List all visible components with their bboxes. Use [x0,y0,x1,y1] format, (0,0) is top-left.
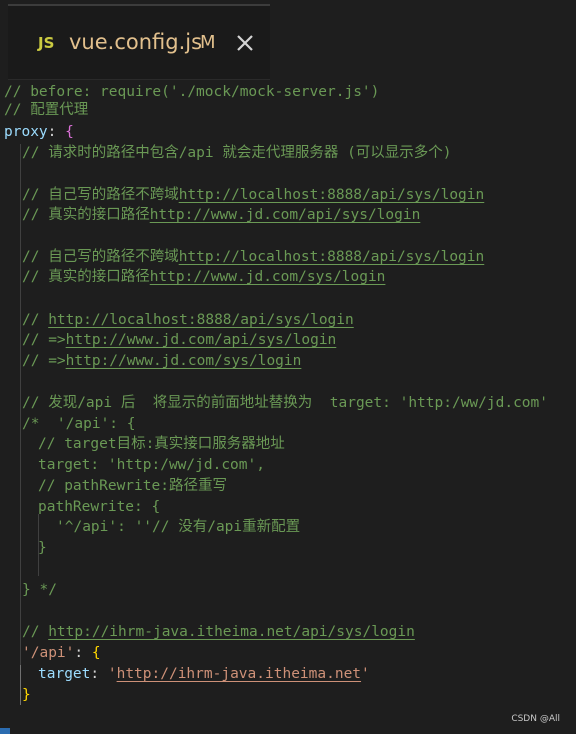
code-line: // 真实的接口路径http://www.jd.com/sys/login [22,269,386,285]
target-url-link[interactable]: http://ihrm-java.itheima.net [117,666,361,682]
comment-link[interactable]: http://localhost:8888/api/sys/login [179,249,485,265]
close-icon[interactable] [236,34,254,52]
code-line: // 配置代理 [4,102,89,118]
modified-indicator: M [200,32,216,53]
code-line: } [38,540,47,556]
tab-vue-config[interactable]: JS vue.config.js M [8,4,270,80]
code-line: // 请求时的路径中包含/api 就会走代理服务器 (可以显示多个) [22,145,452,161]
comment-link[interactable]: http://ihrm-java.itheima.net/api/sys/log… [48,624,415,640]
code-line: '/api': { [22,645,101,661]
code-line: } [22,687,31,703]
javascript-file-icon: JS [38,34,55,52]
code-line: // 自己写的路径不跨域http://localhost:8888/api/sy… [22,249,485,265]
code-line: // 自己写的路径不跨域http://localhost:8888/api/sy… [22,187,485,203]
code-line: // http://localhost:8888/api/sys/login [22,312,354,328]
code-line: // 真实的接口路径http://www.jd.com/api/sys/logi… [22,207,421,223]
comment-link[interactable]: http://www.jd.com/sys/login [66,353,302,369]
code-line: // =>http://www.jd.com/sys/login [22,353,302,369]
scroll-position-marker [0,728,10,734]
code-line: // 发现/api 后 将显示的前面地址替换为 target: 'http:/w… [22,395,548,411]
code-line: // target目标:真实接口服务器地址 [38,436,285,452]
indent-guide-active [20,665,21,705]
code-line: // pathRewrite:路径重写 [38,478,227,494]
editor-tab-bar: JS vue.config.js M [0,0,576,82]
comment-link[interactable]: http://www.jd.com/sys/login [150,269,386,285]
tab-filename: vue.config.js [69,30,203,54]
code-line: /* '/api': { [22,416,136,432]
code-line: // http://ihrm-java.itheima.net/api/sys/… [22,624,415,640]
comment-link[interactable]: http://www.jd.com/api/sys/login [66,332,337,348]
code-line: // =>http://www.jd.com/api/sys/login [22,332,337,348]
code-editor[interactable]: // before: require('./mock/mock-server.j… [0,82,576,705]
indent-guide [20,144,21,696]
comment-link[interactable]: http://www.jd.com/api/sys/login [150,207,421,223]
code-line: } */ [22,582,57,598]
code-line: '^/api': ''// 没有/api重新配置 [56,519,301,535]
watermark: CSDN @All [511,714,560,724]
code-line: target: 'http:/ww/jd.com', [38,457,265,473]
code-line: // before: require('./mock/mock-server.j… [4,84,380,100]
comment-link[interactable]: http://localhost:8888/api/sys/login [179,187,485,203]
code-line: pathRewrite: { [38,499,161,515]
code-line: proxy: { [4,124,74,140]
code-line: target: 'http://ihrm-java.itheima.net' [38,666,370,682]
comment-link[interactable]: http://localhost:8888/api/sys/login [48,312,354,328]
